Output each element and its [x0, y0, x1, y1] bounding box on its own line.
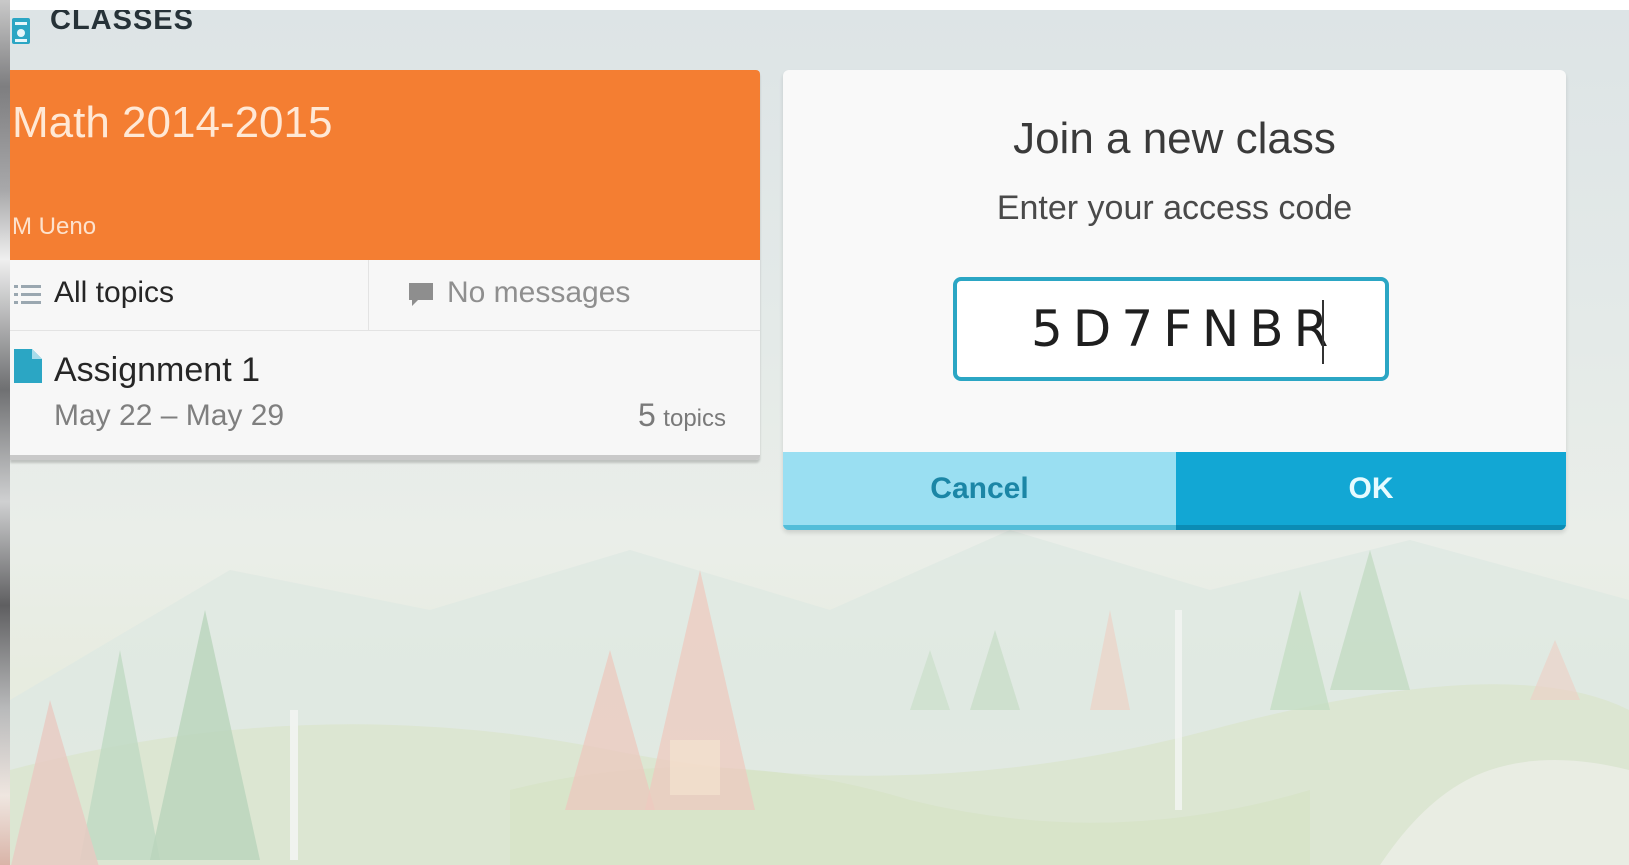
assignment-title: Assignment 1 — [54, 351, 260, 389]
top-edge — [0, 0, 1629, 10]
app-header: CLASSES — [10, 10, 610, 50]
tab-all-topics[interactable]: All topics — [10, 260, 369, 330]
text-cursor — [1322, 300, 1324, 364]
left-edge — [0, 0, 10, 865]
document-icon — [14, 349, 42, 383]
topic-count-number: 5 — [638, 397, 656, 433]
tab-messages[interactable]: No messages — [369, 260, 760, 330]
join-class-dialog: Join a new class Enter your access code … — [783, 70, 1566, 530]
page-title: CLASSES — [50, 10, 194, 36]
card-divider — [10, 455, 760, 460]
ok-button[interactable]: OK — [1176, 452, 1566, 530]
dialog-subtitle: Enter your access code — [996, 189, 1353, 227]
dialog-title: Join a new class — [1013, 114, 1336, 163]
class-banner[interactable]: Math 2014-2015 M Ueno — [10, 70, 760, 260]
teacher-name: M Ueno — [12, 213, 97, 240]
topic-count: 5 topics — [638, 397, 726, 434]
class-card[interactable]: Math 2014-2015 M Ueno All topics No mess… — [10, 70, 760, 460]
topic-count-unit: topics — [663, 405, 726, 432]
class-card-tabs: All topics No messages — [10, 260, 760, 331]
tab-messages-label: No messages — [447, 276, 631, 309]
assignment-dates: May 22 – May 29 — [54, 399, 285, 432]
dialog-actions: Cancel OK — [783, 452, 1566, 530]
list-icon — [14, 285, 41, 304]
message-icon — [409, 283, 433, 306]
tab-all-topics-label: All topics — [54, 276, 175, 309]
app-background: CLASSES Math 2014-2015 M Ueno All topics — [10, 10, 1629, 865]
assignment-item[interactable]: Assignment 1 May 22 – May 29 5 topics — [10, 331, 760, 455]
cancel-button[interactable]: Cancel — [783, 452, 1176, 530]
classes-icon — [12, 18, 30, 44]
class-title: Math 2014-2015 — [12, 98, 333, 147]
